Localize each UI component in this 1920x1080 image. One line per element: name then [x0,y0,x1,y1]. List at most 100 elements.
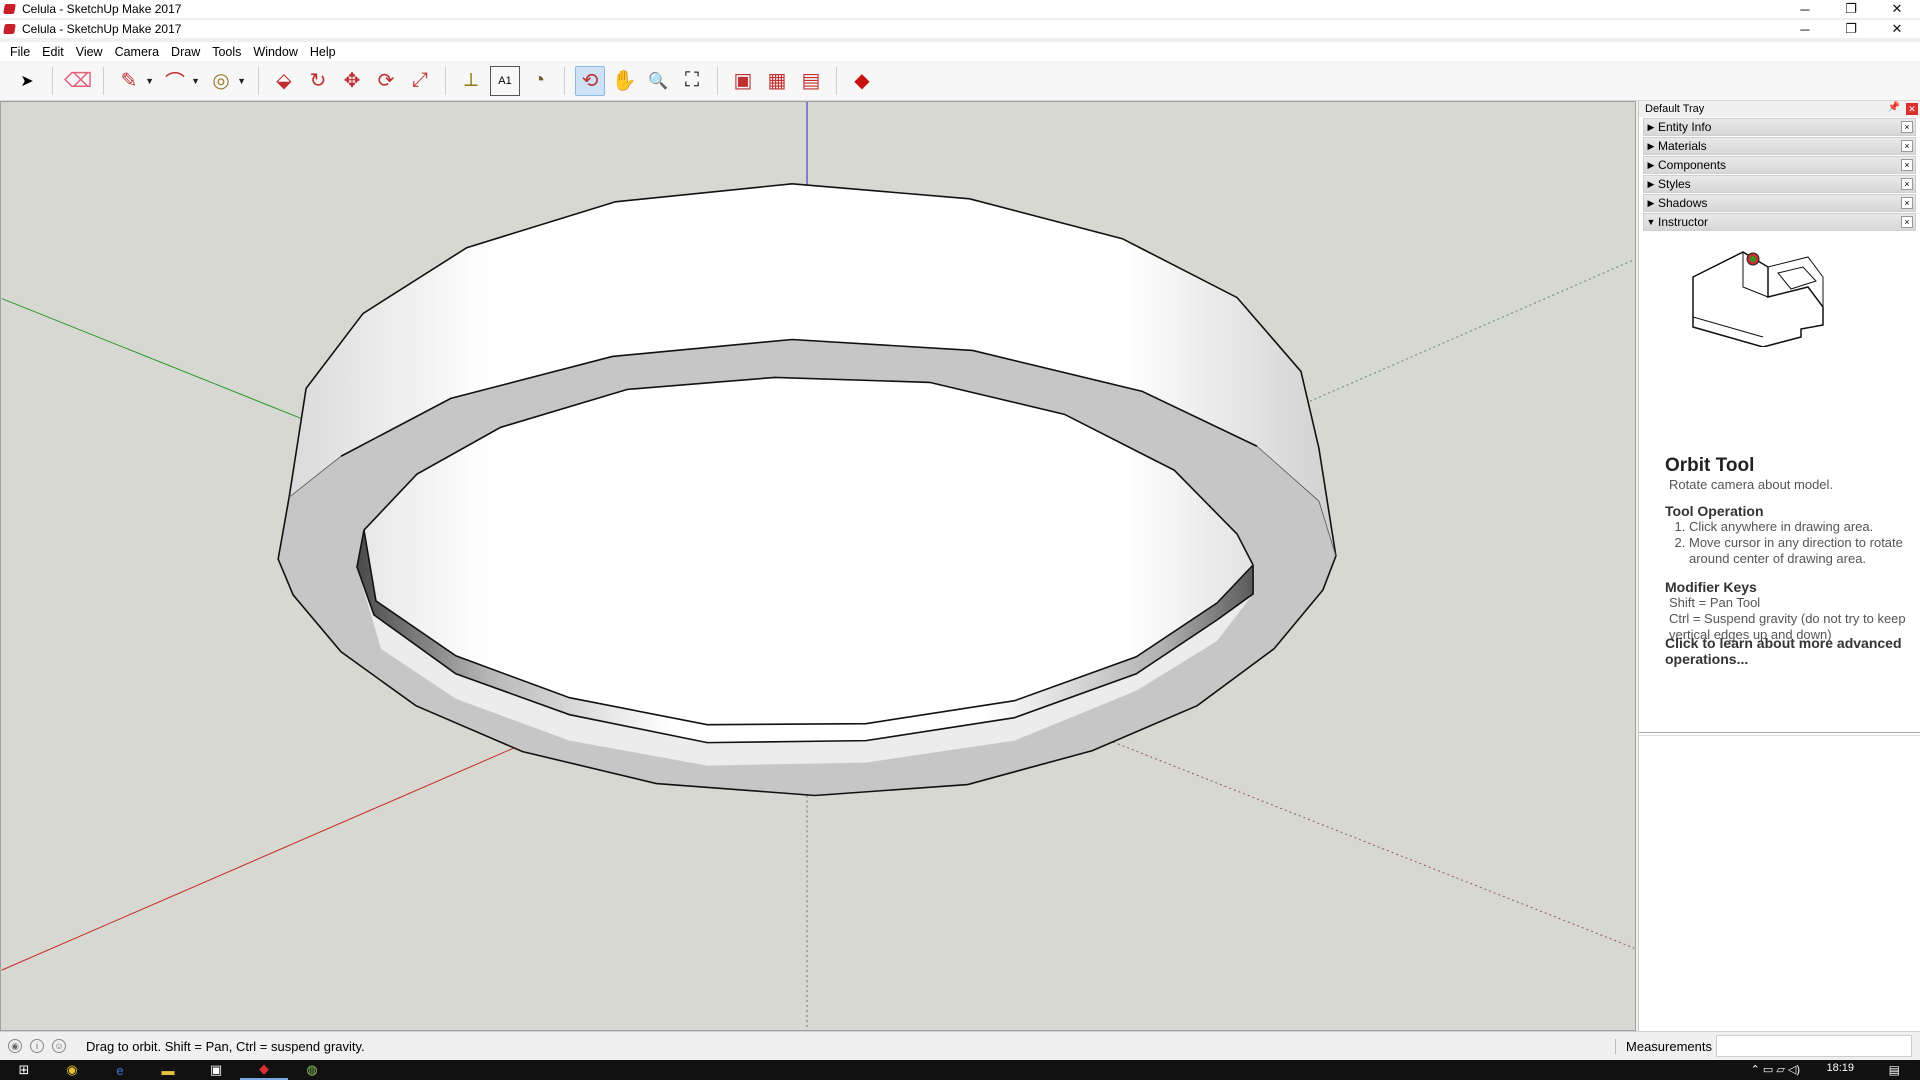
status-message: Drag to orbit. Shift = Pan, Ctrl = suspe… [86,1038,365,1054]
extension-warehouse-icon: ▦ [767,70,787,92]
follow-me-icon: ↻ [309,70,327,92]
panel-components[interactable]: ▶ Components × [1643,156,1916,174]
tape-measure-icon: ⟂ [464,69,478,91]
windows-logo-icon: ⊞ [18,1062,30,1077]
restore-button[interactable]: ❐ [1828,20,1874,38]
panel-styles[interactable]: ▶ Styles × [1643,175,1916,193]
layout-icon: ▤ [801,70,821,92]
edge-icon: e [116,1062,124,1078]
pin-icon[interactable]: 📌 [1888,102,1900,113]
panel-label: Materials [1658,139,1707,153]
toolbar-separator [564,66,565,95]
arc-tool-button[interactable]: ⌒ ▼ [160,66,200,96]
credits-info-icon[interactable]: i [30,1039,44,1053]
ruby-console-button[interactable]: ◆ [847,66,877,96]
text-tool-button[interactable]: A1 [490,65,520,96]
expand-arrow-icon: ▶ [1647,159,1655,170]
orbit-tool-button[interactable]: ⟲ [575,65,605,96]
scale-tool-button[interactable]: ⤢ [405,66,435,96]
instructor-title: Orbit Tool [1665,455,1755,476]
panel-label: Instructor [1658,215,1709,229]
tool-operation-steps: Click anywhere in drawing area. Move cur… [1669,519,1909,567]
user-account-icon[interactable]: ☺ [52,1039,66,1053]
menu-draw[interactable]: Draw [165,45,206,59]
model-canvas[interactable] [1,102,1635,1030]
measurements-input[interactable] [1716,1035,1912,1057]
dropdown-arrow-icon[interactable]: ▼ [191,76,200,86]
menu-tools[interactable]: Tools [206,45,247,59]
taskbar-edge[interactable]: e [96,1060,144,1080]
main-toolbar: ➤ ⌫ ✎ ▼ ⌒ ▼ ◎ ▼ ⬙ ↻ ✥ ⟳ ⤢ ⟂ A1 ◔ ⟲ ✋ 🔍 ⛶ ▣ … [0,61,1920,101]
system-tray-icons[interactable]: ⌃ ▭ ▱ ◁) [1751,1063,1800,1076]
modifier-key: Shift = Pan Tool [1669,595,1761,610]
eraser-tool-button[interactable]: ⌫ [63,66,93,96]
follow-me-tool-button[interactable]: ↻ [303,66,333,96]
taskbar-chrome[interactable]: ◉ [48,1060,96,1080]
move-tool-button[interactable]: ✥ [337,66,367,96]
extension-warehouse-button[interactable]: ▦ [762,66,792,96]
title-bar: Celula - SketchUp Make 2017 ─ ❐ ✕ [0,20,1920,38]
panel-close-icon[interactable]: × [1901,178,1913,190]
dropdown-arrow-icon[interactable]: ▼ [145,76,154,86]
menu-edit[interactable]: Edit [36,45,70,59]
folder-icon: ▬ [161,1062,175,1078]
paint-bucket-icon: ◔ [532,69,546,91]
pencil-icon: ✎ [120,70,138,92]
taskbar-clock[interactable]: 18:19 [1826,1062,1854,1074]
tray-divider[interactable] [1639,732,1920,736]
panel-close-icon[interactable]: × [1901,216,1913,228]
panel-shadows[interactable]: ▶ Shadows × [1643,194,1916,212]
operation-step: Move cursor in any direction to rotate a… [1689,535,1909,567]
circle-icon: ◎ [212,70,230,92]
collapse-arrow-icon: ▼ [1646,217,1656,227]
menu-file[interactable]: File [4,45,36,59]
restore-button[interactable]: ❐ [1828,0,1874,18]
zoom-tool-button[interactable]: 🔍 [643,66,673,96]
send-to-layout-button[interactable]: ▤ [796,66,826,96]
panel-materials[interactable]: ▶ Materials × [1643,137,1916,155]
toolbar-separator [52,66,53,95]
tool-operation-heading: Tool Operation [1665,503,1764,519]
menu-bar: File Edit View Camera Draw Tools Window … [0,42,1920,61]
menu-window[interactable]: Window [247,45,303,59]
rotate-tool-button[interactable]: ⟳ [371,66,401,96]
close-button[interactable]: ✕ [1874,0,1920,18]
line-tool-button[interactable]: ✎ ▼ [114,66,154,96]
panel-close-icon[interactable]: × [1901,121,1913,133]
tray-close-icon[interactable]: ✕ [1906,103,1918,115]
select-tool-button[interactable]: ➤ [12,66,42,96]
drawing-area[interactable] [0,101,1636,1031]
3d-warehouse-button[interactable]: ▣ [728,66,758,96]
chrome-icon: ◉ [66,1062,78,1077]
window-controls: ─ ❐ ✕ [1782,20,1920,38]
circle-tool-button[interactable]: ◎ ▼ [206,66,246,96]
geo-location-icon[interactable]: ◉ [8,1039,22,1053]
menu-view[interactable]: View [70,45,109,59]
text-icon: A1 [498,74,512,87]
close-button[interactable]: ✕ [1874,20,1920,38]
tray-title: Default Tray [1645,103,1705,115]
minimize-button[interactable]: ─ [1782,20,1828,38]
pan-tool-button[interactable]: ✋ [609,66,639,96]
menu-help[interactable]: Help [304,45,342,59]
advanced-operations-link[interactable]: Click to learn about more advanced opera… [1665,635,1905,667]
zoom-extents-tool-button[interactable]: ⛶ [677,66,707,96]
minimize-button[interactable]: ─ [1782,0,1828,18]
dropdown-arrow-icon[interactable]: ▼ [237,76,246,86]
start-button[interactable]: ⊞ [0,1060,48,1080]
pan-hand-icon: ✋ [611,70,637,92]
push-pull-icon: ⬙ [276,70,292,92]
taskbar-explorer[interactable]: ▬ [144,1060,192,1080]
menu-camera[interactable]: Camera [109,45,165,59]
taskbar-sketchup[interactable]: ◆ [240,1060,288,1080]
tape-measure-tool-button[interactable]: ⟂ [456,66,486,96]
paint-bucket-tool-button[interactable]: ◔ [524,66,554,96]
panel-entity-info[interactable]: ▶ Entity Info × [1643,118,1916,136]
push-pull-tool-button[interactable]: ⬙ [269,66,299,96]
panel-close-icon[interactable]: × [1901,197,1913,209]
taskbar-store[interactable]: ▣ [192,1060,240,1080]
notifications-icon[interactable]: ▤ [1889,1063,1900,1077]
panel-close-icon[interactable]: × [1901,159,1913,171]
panel-close-icon[interactable]: × [1901,140,1913,152]
taskbar-app[interactable]: ◍ [288,1060,336,1080]
